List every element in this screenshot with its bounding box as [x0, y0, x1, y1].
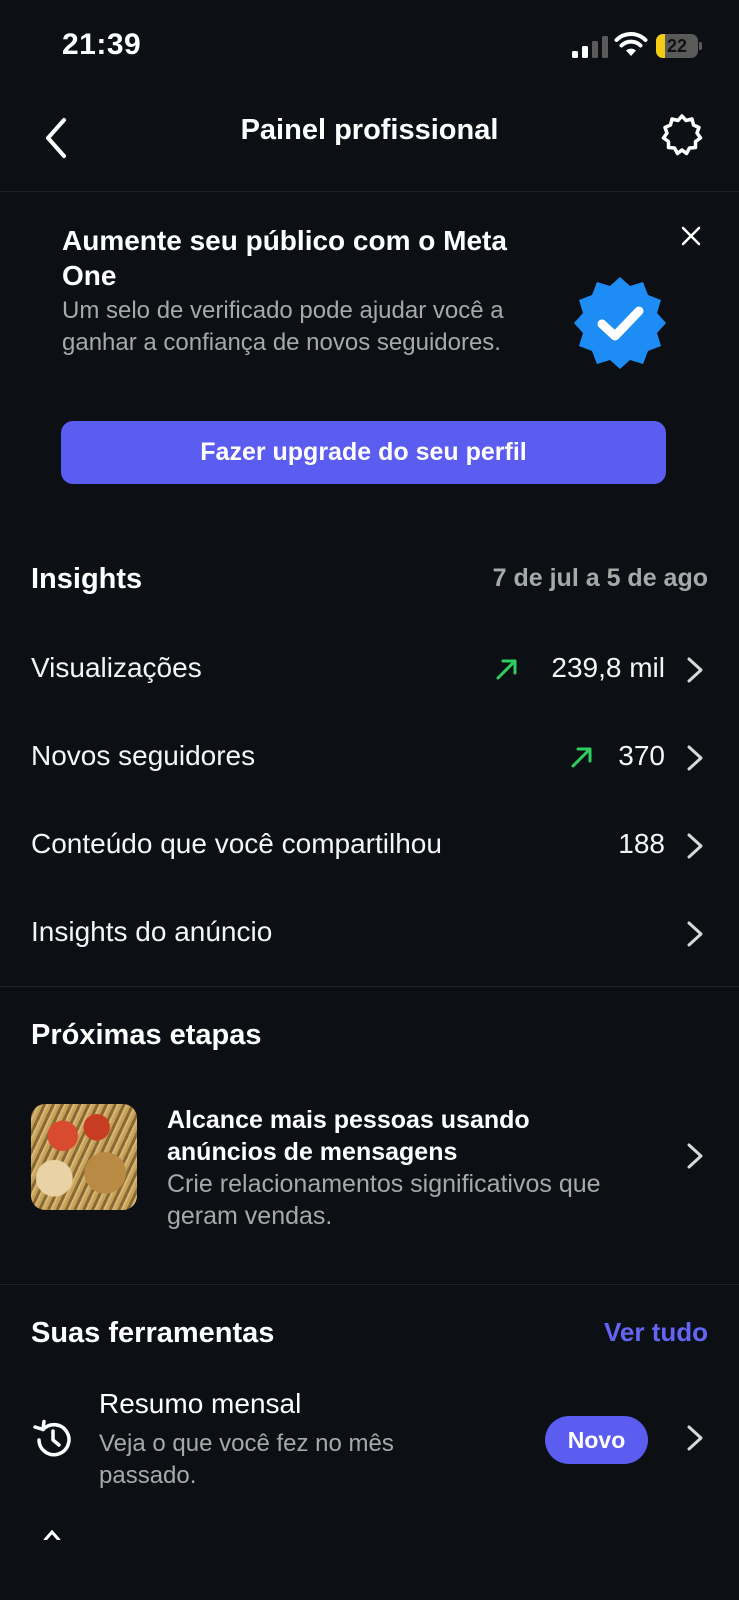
- insights-row-new-followers[interactable]: Novos seguidores 370: [0, 714, 739, 802]
- insights-title: Insights: [31, 563, 143, 595]
- wifi-icon: [614, 32, 648, 56]
- row-value: 239,8 mil: [551, 652, 665, 683]
- insights-date-range: 7 de jul a 5 de ago: [492, 564, 708, 592]
- row-value: 370: [618, 740, 665, 771]
- insights-row-ad-insights[interactable]: Insights do anúncio: [0, 890, 739, 978]
- header: Painel profissional: [0, 96, 739, 192]
- row-value: 188: [618, 828, 665, 859]
- divider: [0, 986, 739, 987]
- gear-icon: [661, 114, 703, 156]
- chevron-right-icon: [687, 833, 703, 859]
- step-title: Alcance mais pessoas usando anúncios de …: [167, 1106, 530, 1166]
- cellular-signal-icon: [572, 36, 608, 58]
- tools-title: Suas ferramentas: [31, 1317, 275, 1349]
- chevron-right-icon: [687, 1425, 703, 1451]
- page-title: Painel profissional: [240, 114, 499, 146]
- chevron-right-icon: [687, 1143, 703, 1169]
- tool-title: Resumo mensal: [99, 1388, 302, 1419]
- trend-up-icon: [571, 747, 592, 768]
- next-step-message-ads[interactable]: Alcance mais pessoas usando anúncios de …: [0, 1096, 739, 1236]
- next-steps-title: Próximas etapas: [31, 1019, 262, 1051]
- verified-badge-icon: [574, 277, 666, 369]
- battery-icon: 22: [656, 34, 702, 58]
- tool-monthly-summary[interactable]: Resumo mensal Veja o que você fez no mês…: [0, 1388, 739, 1498]
- insights-row-views[interactable]: Visualizações 239,8 mil: [0, 626, 739, 714]
- row-label: Novos seguidores: [31, 740, 256, 771]
- new-badge: Novo: [545, 1416, 648, 1464]
- food-thumbnail: [31, 1104, 137, 1210]
- trend-up-icon: [496, 659, 517, 680]
- row-label: Conteúdo que você compartilhou: [31, 828, 442, 859]
- meta-one-promo: Aumente seu público com o Meta One Um se…: [0, 193, 739, 503]
- tool-description: Veja o que você fez no mês passado.: [99, 1430, 394, 1489]
- chevron-right-icon: [687, 745, 703, 771]
- history-clock-icon: [33, 1419, 71, 1457]
- status-bar: 21:39 22: [0, 0, 739, 96]
- close-icon[interactable]: [676, 221, 706, 251]
- settings-button[interactable]: [658, 112, 706, 160]
- chevron-right-icon: [687, 921, 703, 947]
- next-tool-icon: [43, 1530, 61, 1540]
- battery-level: 22: [666, 36, 688, 56]
- upgrade-profile-button[interactable]: Fazer upgrade do seu perfil: [61, 421, 666, 484]
- insights-row-shared-content[interactable]: Conteúdo que você compartilhou 188: [0, 802, 739, 890]
- status-time: 21:39: [62, 28, 142, 61]
- chevron-right-icon: [687, 657, 703, 683]
- divider: [0, 1284, 739, 1285]
- step-description: Crie relacionamentos significativos que …: [167, 1170, 601, 1230]
- promo-description: Um selo de verificado pode ajudar você a…: [62, 297, 504, 356]
- row-label: Visualizações: [31, 652, 202, 683]
- promo-title: Aumente seu público com o Meta One: [62, 225, 507, 291]
- see-all-link[interactable]: Ver tudo: [604, 1317, 708, 1348]
- row-label: Insights do anúncio: [31, 916, 273, 947]
